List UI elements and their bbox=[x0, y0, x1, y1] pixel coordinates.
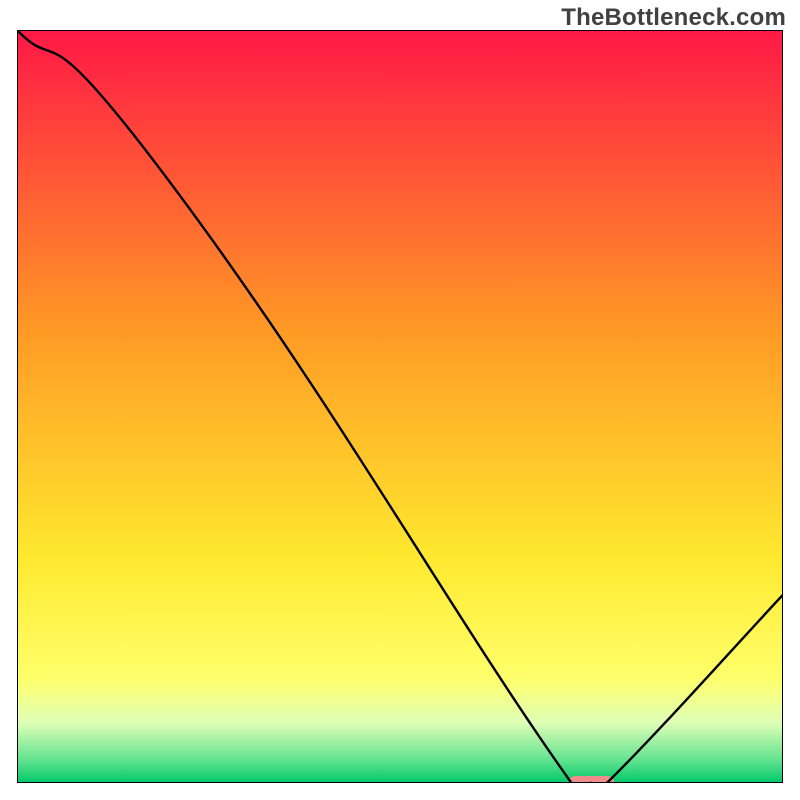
watermark-text: TheBottleneck.com bbox=[561, 4, 786, 32]
bottleneck-chart bbox=[17, 30, 783, 783]
chart-svg bbox=[17, 30, 783, 783]
chart-container: TheBottleneck.com bbox=[0, 0, 800, 800]
chart-background bbox=[17, 30, 783, 783]
